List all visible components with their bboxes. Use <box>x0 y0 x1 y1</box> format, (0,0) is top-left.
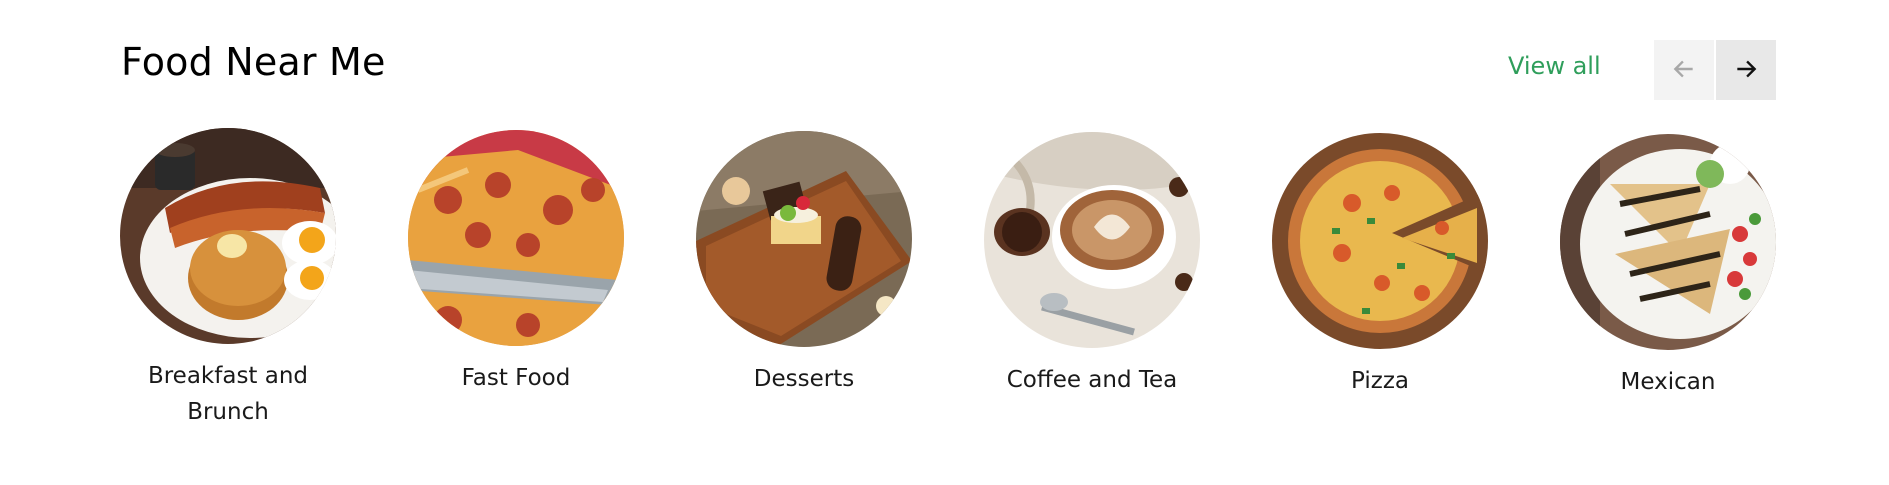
category-coffee-and-tea[interactable]: Coffee and Tea <box>948 132 1236 398</box>
whole-pizza-image <box>1272 133 1488 349</box>
category-label: Mexican <box>1620 369 1716 395</box>
category-label: Desserts <box>753 366 855 392</box>
pizza-slice-image <box>408 130 624 346</box>
food-near-me-section: Food Near Me View all Breakfast and Brun… <box>0 0 1889 485</box>
category-desserts[interactable]: Desserts <box>660 131 948 397</box>
dessert-platter-image <box>696 131 912 347</box>
category-label: Pizza <box>1351 368 1409 394</box>
category-fast-food[interactable]: Fast Food <box>372 130 660 396</box>
category-mexican[interactable]: Mexican <box>1524 134 1812 400</box>
carousel-next-button[interactable] <box>1716 40 1776 100</box>
latte-art-image <box>984 132 1200 348</box>
category-breakfast-and-brunch[interactable]: Breakfast and Brunch <box>84 128 372 430</box>
arrow-left-icon <box>1671 56 1697 85</box>
category-pizza[interactable]: Pizza <box>1236 133 1524 399</box>
category-label: Coffee and Tea <box>1006 367 1178 393</box>
carousel-prev-button[interactable] <box>1654 40 1714 100</box>
arrow-right-icon <box>1733 56 1759 85</box>
category-label: Fast Food <box>461 365 571 391</box>
view-all-link[interactable]: View all <box>1508 52 1601 80</box>
pancakes-bacon-eggs-image <box>120 128 336 344</box>
category-label: Breakfast and Brunch <box>147 363 309 425</box>
section-title: Food Near Me <box>121 40 386 84</box>
quesadilla-image <box>1560 134 1776 350</box>
